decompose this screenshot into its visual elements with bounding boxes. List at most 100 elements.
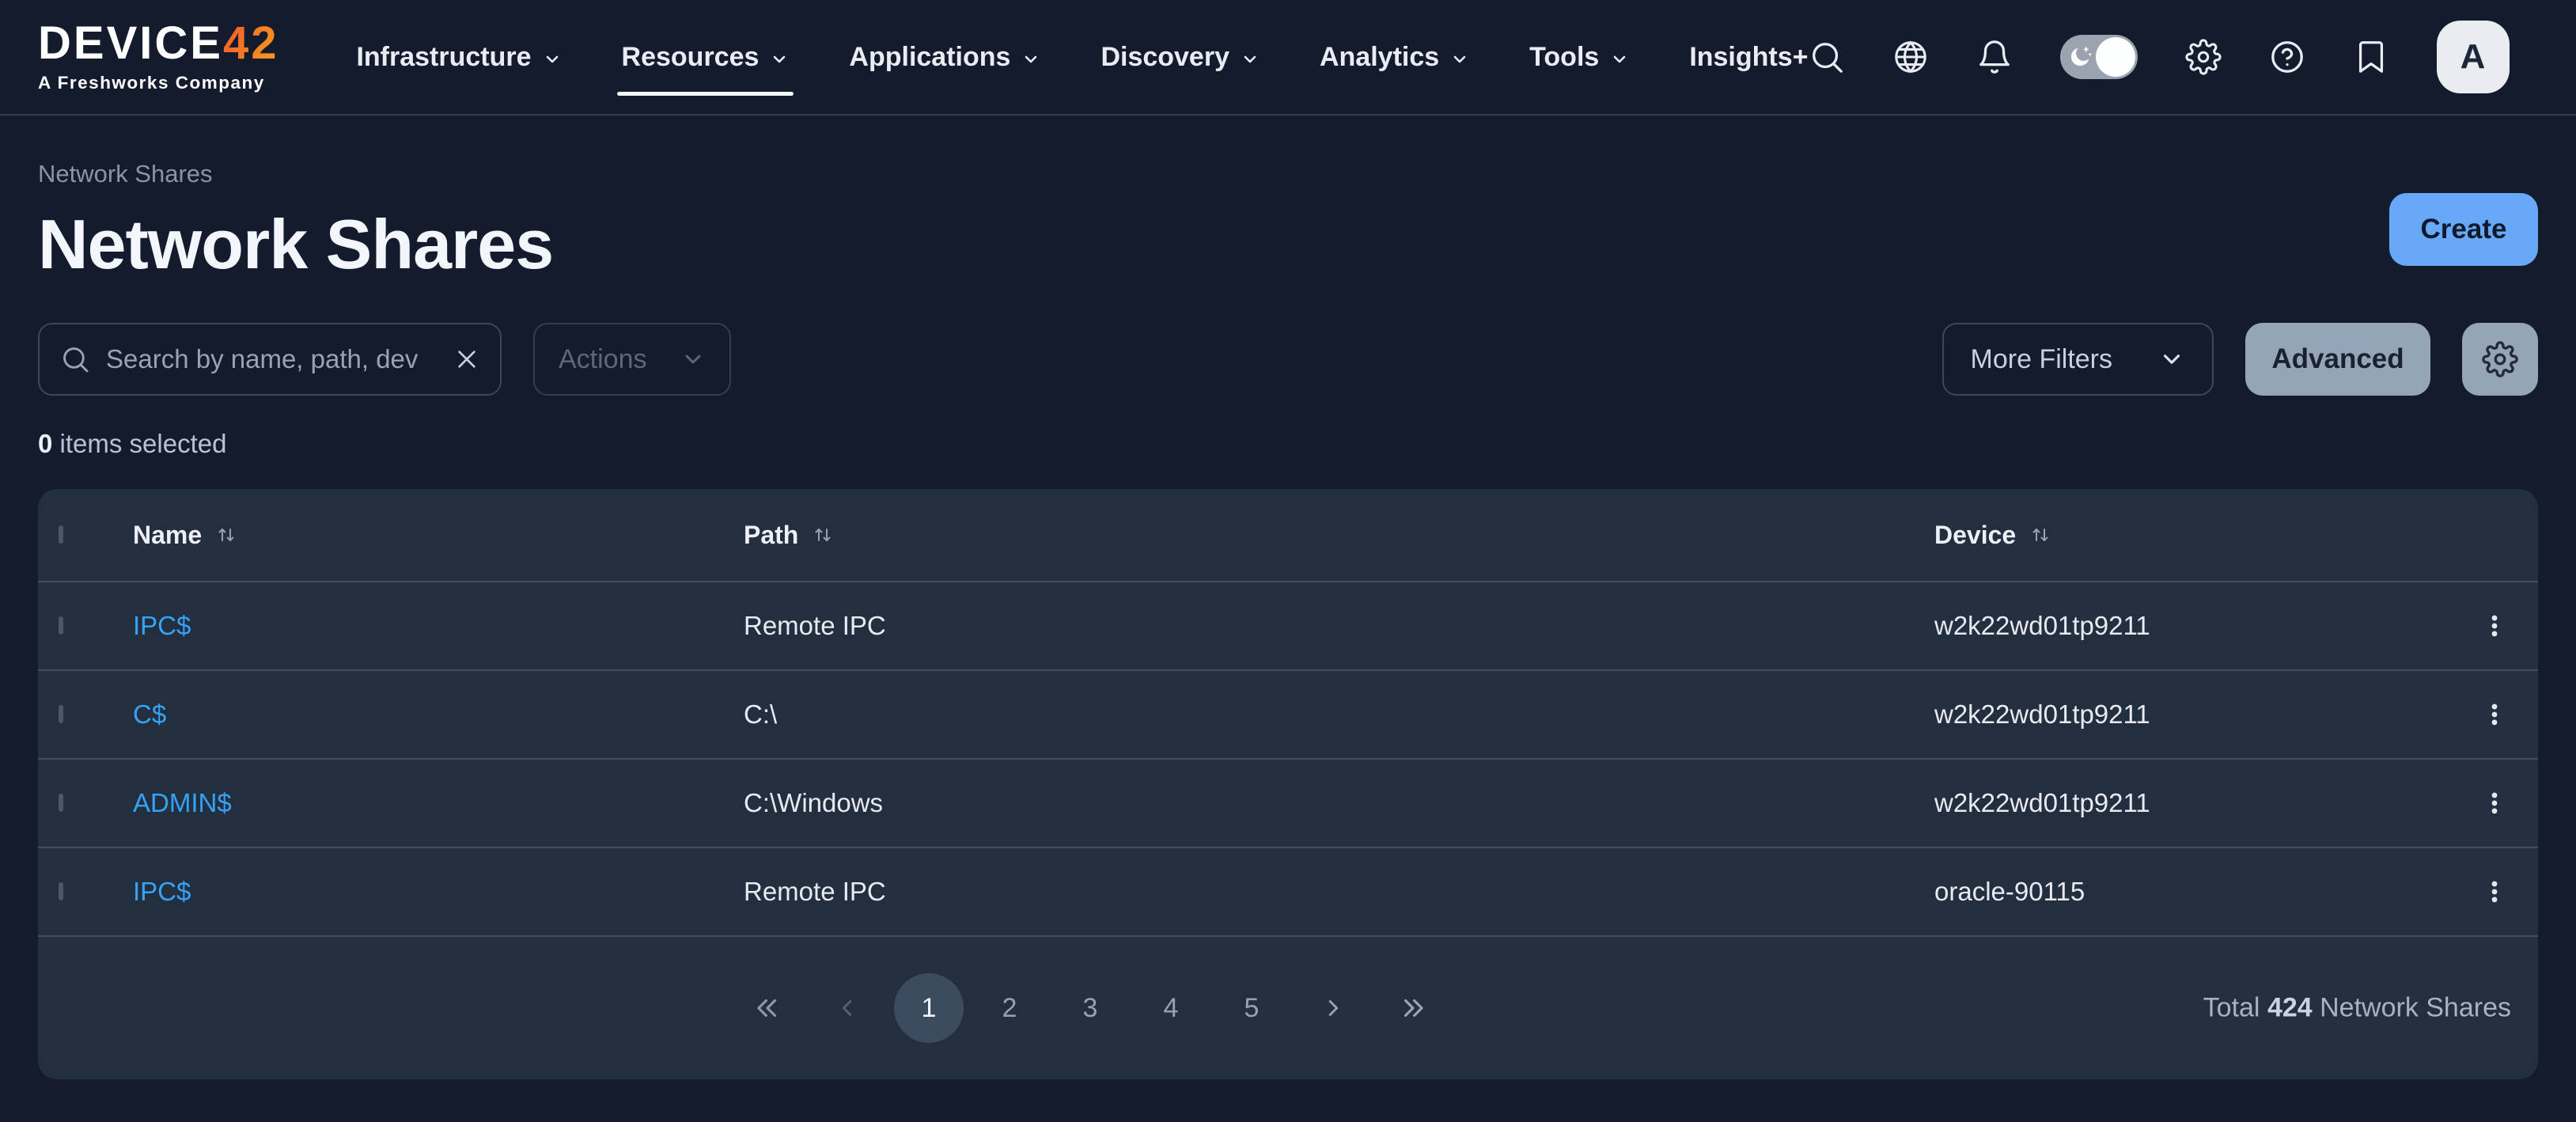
chevron-down-icon bbox=[543, 50, 562, 69]
share-path: C:\Windows bbox=[744, 788, 1934, 818]
network-shares-table: Name Path Device IPC$ Remote IPC w2k22wd… bbox=[38, 489, 2538, 1079]
chevron-down-icon bbox=[770, 50, 789, 69]
page-button-4[interactable]: 4 bbox=[1136, 973, 1206, 1043]
row-checkbox[interactable] bbox=[59, 616, 63, 635]
nav-item-label: Infrastructure bbox=[356, 42, 531, 73]
double-chevron-left-icon bbox=[752, 993, 782, 1023]
column-label: Name bbox=[133, 521, 202, 550]
double-chevron-right-icon bbox=[1398, 993, 1428, 1023]
page-header: Network Shares Network Shares Create bbox=[0, 116, 2576, 285]
select-all-checkbox[interactable] bbox=[59, 525, 63, 544]
column-label: Device bbox=[1934, 521, 2016, 550]
search-input[interactable] bbox=[106, 344, 438, 374]
table-row: IPC$ Remote IPC oracle-90115 bbox=[38, 848, 2538, 937]
row-menu-kebab-icon[interactable] bbox=[2473, 693, 2516, 736]
column-label: Path bbox=[744, 521, 798, 550]
row-checkbox[interactable] bbox=[59, 794, 63, 812]
row-menu-kebab-icon[interactable] bbox=[2473, 605, 2516, 647]
chevron-down-icon bbox=[1610, 50, 1629, 69]
user-avatar[interactable]: A bbox=[2437, 21, 2510, 93]
row-checkbox[interactable] bbox=[59, 882, 63, 900]
row-menu-kebab-icon[interactable] bbox=[2473, 782, 2516, 824]
nav-item-label: Analytics bbox=[1320, 42, 1439, 73]
next-page-button[interactable] bbox=[1297, 973, 1367, 1043]
device42-logo[interactable]: DEVICE42 A Freshworks Company bbox=[38, 21, 278, 93]
table-settings-button[interactable] bbox=[2462, 323, 2538, 396]
column-header-path[interactable]: Path bbox=[744, 521, 1934, 550]
chevron-down-icon bbox=[680, 347, 706, 372]
nav-item-insights[interactable]: Insights+ bbox=[1689, 0, 1808, 115]
table-row: ADMIN$ C:\Windows w2k22wd01tp9211 bbox=[38, 760, 2538, 848]
more-filters-dropdown[interactable]: More Filters bbox=[1942, 323, 2214, 396]
table-row: IPC$ Remote IPC w2k22wd01tp9211 bbox=[38, 582, 2538, 671]
nav-item-label: Tools bbox=[1529, 42, 1599, 73]
sort-icon[interactable] bbox=[811, 523, 835, 547]
table-header-row: Name Path Device bbox=[38, 489, 2538, 582]
share-device: w2k22wd01tp9211 bbox=[1934, 699, 2451, 730]
search-icon bbox=[60, 344, 90, 374]
column-header-name[interactable]: Name bbox=[133, 521, 744, 550]
previous-page-button[interactable] bbox=[813, 973, 883, 1043]
chevron-right-icon bbox=[1319, 995, 1346, 1022]
gear-icon bbox=[2482, 341, 2518, 377]
globe-icon[interactable] bbox=[1892, 39, 1929, 75]
page-button-3[interactable]: 3 bbox=[1055, 973, 1125, 1043]
nav-item-applications[interactable]: Applications bbox=[849, 0, 1040, 115]
page-title: Network Shares bbox=[38, 204, 553, 285]
page-button-1[interactable]: 1 bbox=[894, 973, 964, 1043]
clear-search-icon[interactable] bbox=[454, 347, 479, 372]
help-icon[interactable] bbox=[2269, 39, 2305, 75]
logo-wordmark: DEVICE42 bbox=[38, 21, 278, 66]
gear-icon[interactable] bbox=[2185, 39, 2222, 75]
total-prefix: Total bbox=[2203, 993, 2267, 1023]
nav-item-resources[interactable]: Resources bbox=[622, 0, 790, 115]
share-path: C:\ bbox=[744, 699, 1934, 730]
nav-item-label: Insights+ bbox=[1689, 42, 1808, 73]
nav-item-label: Discovery bbox=[1100, 42, 1229, 73]
share-name-link[interactable]: ADMIN$ bbox=[133, 788, 232, 817]
avatar-letter: A bbox=[2460, 37, 2486, 77]
toolbar: Actions More Filters Advanced bbox=[38, 323, 2538, 396]
selected-count: 0 bbox=[38, 429, 52, 458]
search-icon[interactable] bbox=[1809, 39, 1845, 75]
chevron-down-icon bbox=[2158, 346, 2185, 373]
share-name-link[interactable]: IPC$ bbox=[133, 611, 191, 640]
create-button[interactable]: Create bbox=[2389, 193, 2538, 266]
total-number: 424 bbox=[2267, 993, 2313, 1023]
column-header-device[interactable]: Device bbox=[1934, 521, 2451, 550]
row-checkbox[interactable] bbox=[59, 705, 63, 723]
search-box[interactable] bbox=[38, 323, 502, 396]
share-device: w2k22wd01tp9211 bbox=[1934, 788, 2451, 818]
share-name-link[interactable]: IPC$ bbox=[133, 877, 191, 906]
nav-item-discovery[interactable]: Discovery bbox=[1100, 0, 1260, 115]
first-page-button[interactable] bbox=[733, 973, 802, 1043]
main-menu: Infrastructure Resources Applications Di… bbox=[356, 0, 1808, 115]
share-device: w2k22wd01tp9211 bbox=[1934, 611, 2451, 641]
toggle-knob bbox=[2096, 37, 2135, 77]
share-path: Remote IPC bbox=[744, 611, 1934, 641]
breadcrumb[interactable]: Network Shares bbox=[38, 160, 553, 188]
last-page-button[interactable] bbox=[1378, 973, 1448, 1043]
pagination: 1 2 3 4 5 bbox=[733, 973, 1448, 1043]
share-name-link[interactable]: C$ bbox=[133, 699, 166, 729]
advanced-button[interactable]: Advanced bbox=[2245, 323, 2430, 396]
sort-icon[interactable] bbox=[214, 523, 238, 547]
nav-item-infrastructure[interactable]: Infrastructure bbox=[356, 0, 561, 115]
bookmark-icon[interactable] bbox=[2353, 39, 2389, 75]
page-button-5[interactable]: 5 bbox=[1217, 973, 1286, 1043]
top-nav: DEVICE42 A Freshworks Company Infrastruc… bbox=[0, 0, 2576, 116]
table-footer: 1 2 3 4 5 Total 424 Network Shares bbox=[38, 937, 2538, 1079]
actions-dropdown[interactable]: Actions bbox=[533, 323, 731, 396]
logo-brand: DEVICE bbox=[38, 17, 223, 69]
nav-item-analytics[interactable]: Analytics bbox=[1320, 0, 1469, 115]
nav-item-tools[interactable]: Tools bbox=[1529, 0, 1629, 115]
page-button-2[interactable]: 2 bbox=[975, 973, 1044, 1043]
selected-text: items selected bbox=[52, 429, 226, 458]
dark-mode-toggle[interactable] bbox=[2060, 35, 2138, 79]
row-menu-kebab-icon[interactable] bbox=[2473, 870, 2516, 913]
total-suffix: Network Shares bbox=[2313, 993, 2511, 1023]
sort-icon[interactable] bbox=[2029, 523, 2052, 547]
table-row: C$ C:\ w2k22wd01tp9211 bbox=[38, 671, 2538, 760]
chevron-down-icon bbox=[1241, 50, 1260, 69]
notifications-bell-icon[interactable] bbox=[1976, 39, 2013, 75]
